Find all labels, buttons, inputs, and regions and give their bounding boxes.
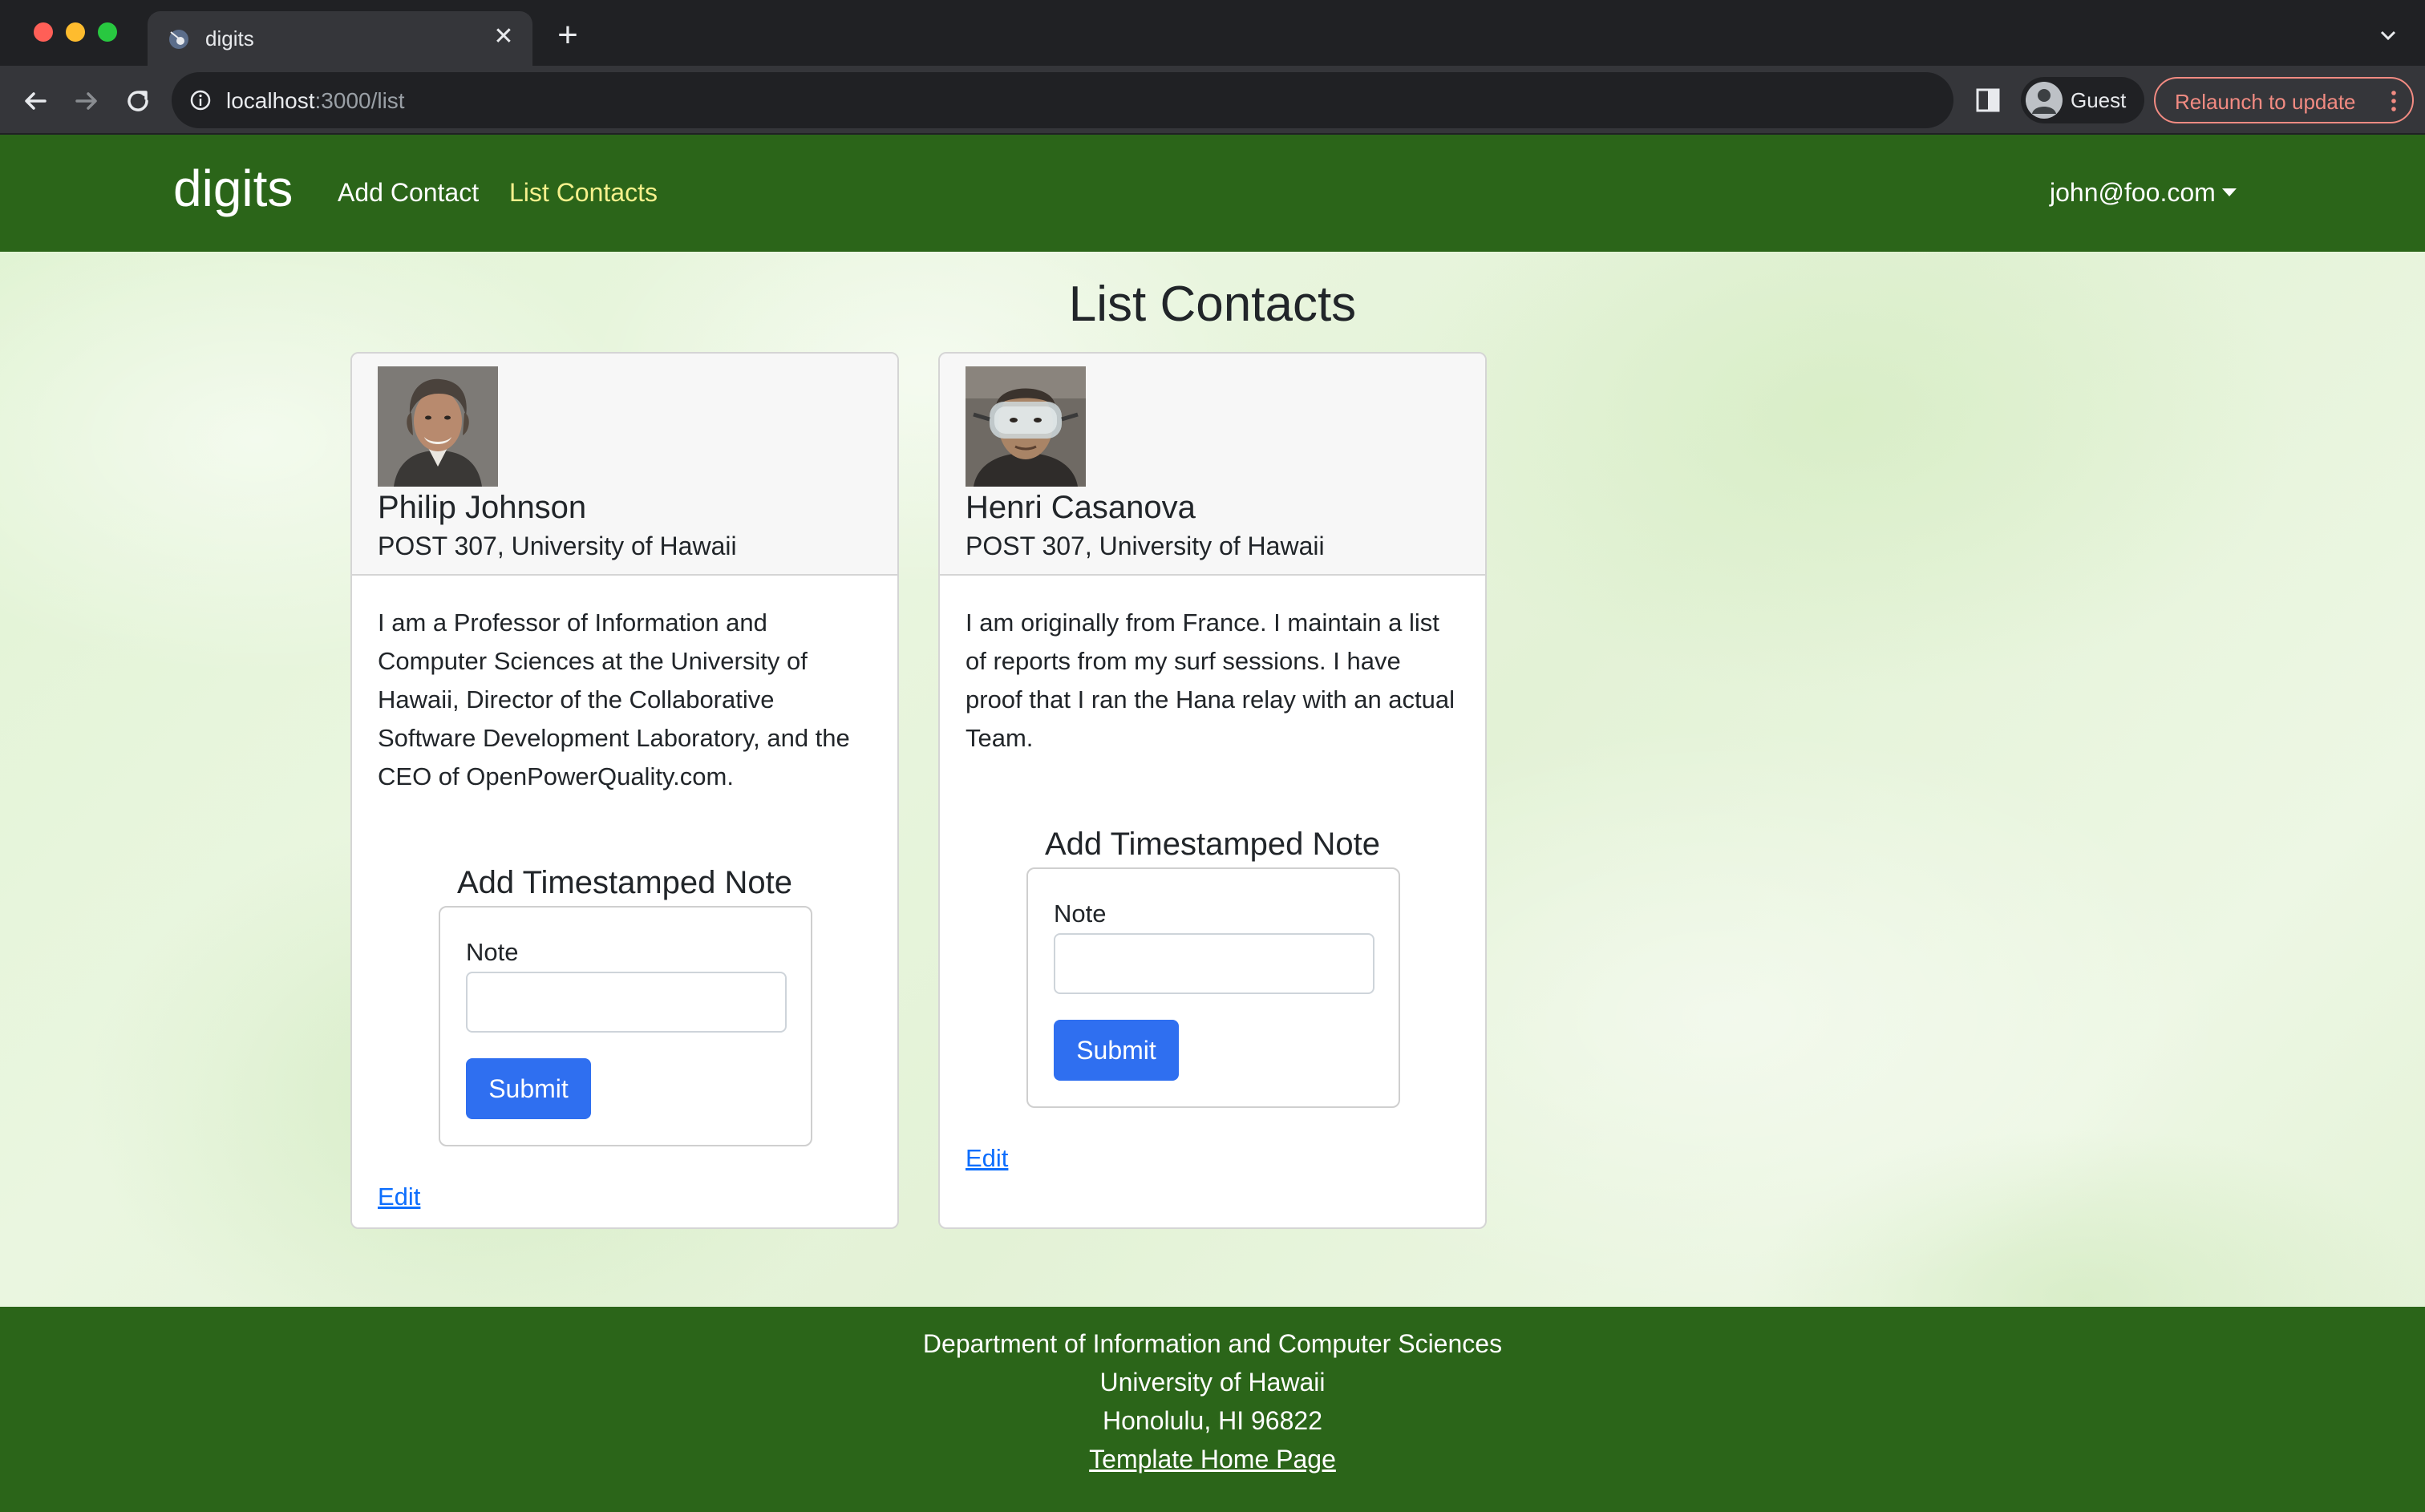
footer-university: University of Hawaii <box>1099 1368 1326 1397</box>
contact-photo <box>378 366 498 487</box>
site-navbar: digits Add Contact List Contacts john@fo… <box>0 135 2425 252</box>
address-bar[interactable]: localhost:3000/list <box>172 72 1953 128</box>
note-form: Note Submit <box>439 906 812 1146</box>
note-input[interactable] <box>1054 933 1374 994</box>
contact-name: Philip Johnson <box>378 490 587 525</box>
page-viewport: digits Add Contact List Contacts john@fo… <box>0 135 2425 1512</box>
nav-list-contacts[interactable]: List Contacts <box>509 178 658 208</box>
tab-search-chevron-icon[interactable] <box>2374 21 2403 50</box>
nav-add-contact[interactable]: Add Contact <box>338 178 479 208</box>
contact-description: I am a Professor of Information and Comp… <box>378 608 850 790</box>
user-dropdown[interactable]: john@foo.com <box>2050 178 2237 208</box>
tab-close-icon[interactable]: ✕ <box>489 22 518 51</box>
meteor-favicon-icon <box>168 29 189 50</box>
back-arrow-icon[interactable] <box>18 83 53 119</box>
contact-description: I am originally from France. I maintain … <box>966 608 1455 752</box>
guest-avatar-icon <box>2026 82 2063 119</box>
relaunch-to-update-button[interactable]: Relaunch to update <box>2154 77 2414 123</box>
card-header: Philip Johnson POST 307, University of H… <box>352 354 897 576</box>
more-vert-icon[interactable] <box>2390 89 2398 113</box>
contact-photo <box>966 366 1086 487</box>
footer-link-row: Template Home Page <box>0 1445 2425 1474</box>
browser-toolbar: localhost:3000/list Guest Relaunch to up… <box>0 66 2425 135</box>
forward-arrow-icon[interactable] <box>69 83 104 119</box>
contact-card: Philip Johnson POST 307, University of H… <box>350 352 899 1229</box>
note-heading: Add Timestamped Note <box>457 865 792 900</box>
browser-tabstrip: digits ✕ + <box>0 0 2425 66</box>
url-text: localhost:3000/list <box>226 88 405 114</box>
url-host: localhost <box>226 88 315 113</box>
reload-icon[interactable] <box>120 83 156 119</box>
profile-button[interactable]: Guest <box>2021 77 2144 123</box>
site-info-icon[interactable] <box>189 89 212 111</box>
profile-label: Guest <box>2071 88 2127 112</box>
tab-title: digits <box>205 26 254 51</box>
maximize-window-button[interactable] <box>98 22 117 42</box>
footer-city: Honolulu, HI 96822 <box>1103 1406 1322 1435</box>
site-footer: Department of Information and Computer S… <box>0 1307 2425 1512</box>
page-title: List Contacts <box>1068 277 1357 332</box>
submit-button[interactable]: Submit <box>466 1058 591 1119</box>
note-label: Note <box>1054 900 1107 928</box>
submit-button[interactable]: Submit <box>1054 1020 1179 1081</box>
contact-card: Henri Casanova POST 307, University of H… <box>938 352 1487 1229</box>
contact-address: POST 307, University of Hawaii <box>378 532 737 560</box>
minimize-window-button[interactable] <box>66 22 85 42</box>
edit-link[interactable]: Edit <box>378 1183 420 1211</box>
card-header: Henri Casanova POST 307, University of H… <box>940 354 1485 576</box>
note-heading: Add Timestamped Note <box>1045 827 1380 862</box>
template-home-link[interactable]: Template Home Page <box>1089 1445 1336 1474</box>
caret-down-icon <box>2221 188 2237 196</box>
contact-address: POST 307, University of Hawaii <box>966 532 1325 560</box>
user-email: john@foo.com <box>2050 178 2216 207</box>
relaunch-label: Relaunch to update <box>2175 90 2356 114</box>
note-form: Note Submit <box>1026 867 1400 1108</box>
contact-name: Henri Casanova <box>966 490 1196 525</box>
footer-department: Department of Information and Computer S… <box>922 1329 1503 1358</box>
note-input[interactable] <box>466 972 787 1033</box>
new-tab-button[interactable]: + <box>552 18 584 53</box>
side-panel-icon[interactable] <box>1974 87 2002 114</box>
url-path: :3000/list <box>314 88 405 113</box>
note-label: Note <box>466 938 519 966</box>
browser-tab-active[interactable]: digits ✕ <box>148 11 532 66</box>
edit-link[interactable]: Edit <box>966 1144 1008 1173</box>
brand-link[interactable]: digits <box>173 159 293 218</box>
close-window-button[interactable] <box>34 22 53 42</box>
